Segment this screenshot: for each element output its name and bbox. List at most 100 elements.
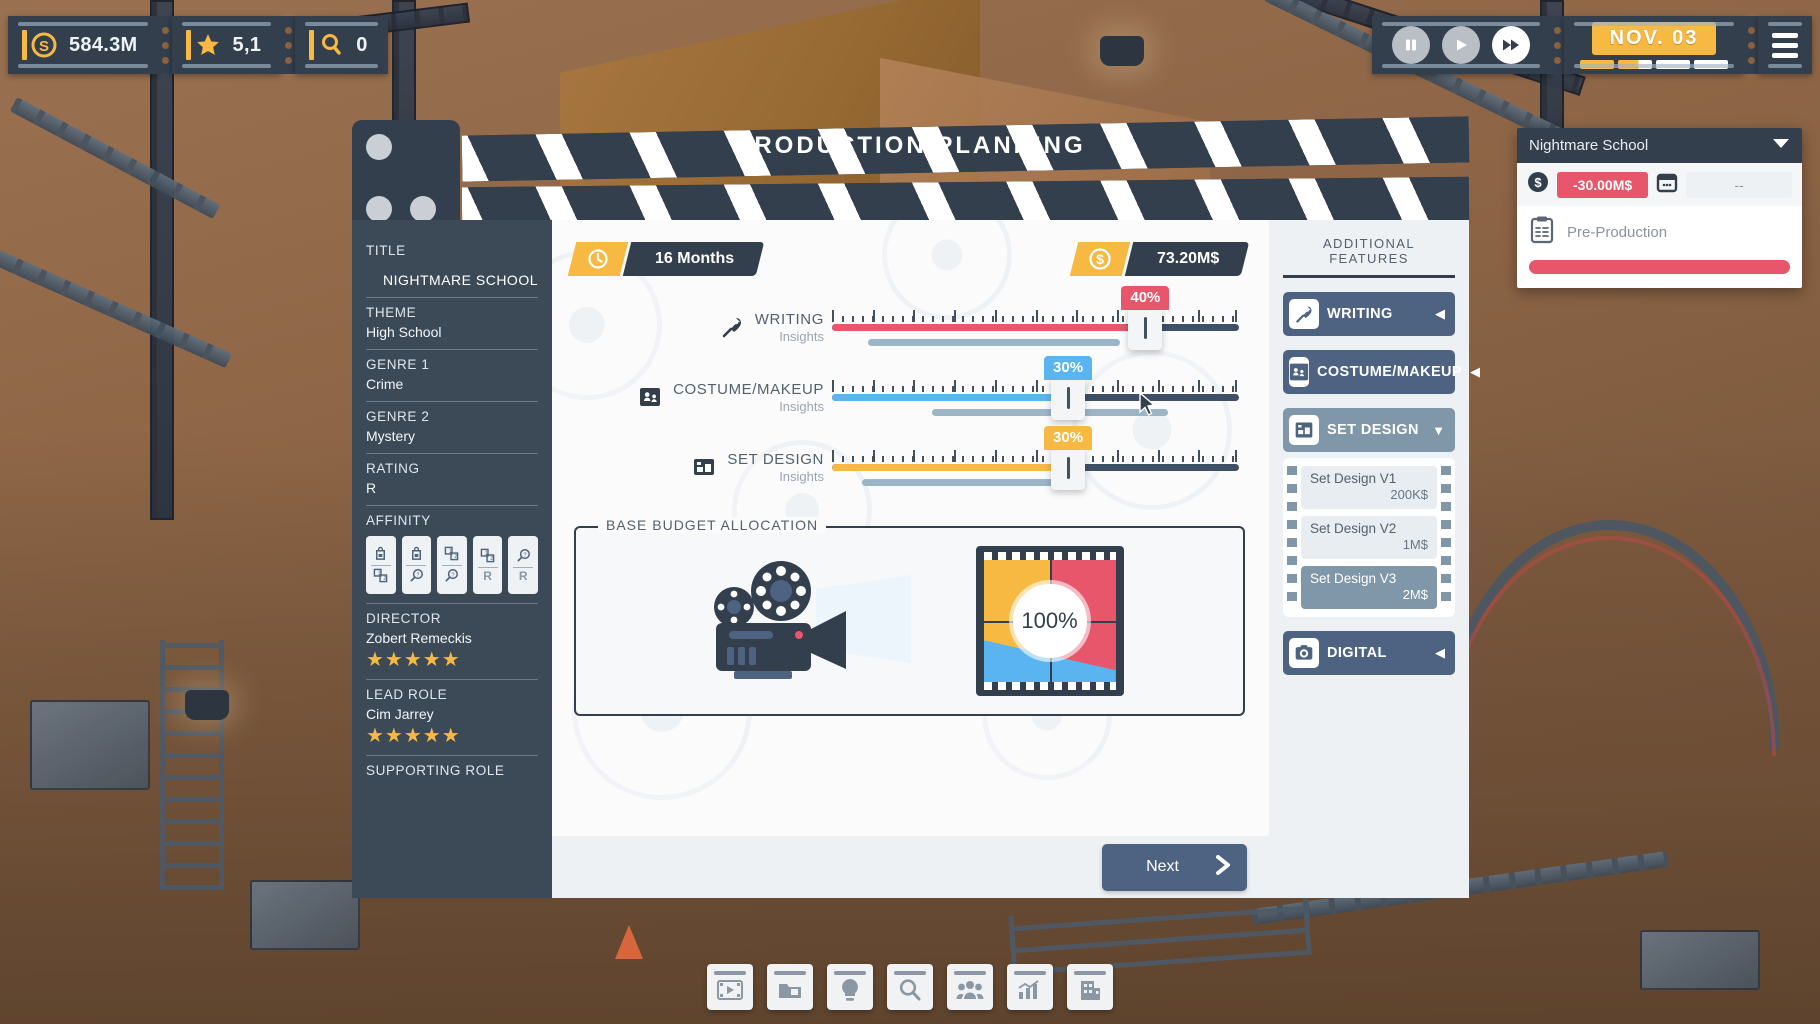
project-budget-badge: -30.00M$: [1557, 172, 1648, 198]
option-set-design-v1[interactable]: Set Design V1 200K$: [1301, 466, 1437, 509]
feature-writing[interactable]: WRITING ◀: [1283, 292, 1455, 336]
option-set-design-v3[interactable]: Set Design V3 2M$: [1301, 566, 1437, 609]
fast-forward-button[interactable]: [1492, 26, 1530, 64]
feature-label: DIGITAL: [1327, 645, 1427, 661]
feature-set-design[interactable]: SET DESIGN ▼: [1283, 408, 1455, 452]
feature-digital[interactable]: DIGITAL ◀: [1283, 631, 1455, 675]
option-set-design-v2[interactable]: Set Design V2 1M$: [1301, 516, 1437, 559]
svg-text:?: ?: [523, 552, 526, 558]
genre1-value: Crime: [366, 376, 538, 392]
rating-value: R: [366, 480, 538, 496]
research-button[interactable]: [827, 964, 873, 1010]
info-row-director: DIRECTOR Zobert Remeckis ★★★★★: [366, 604, 538, 680]
info-row-supporting: SUPPORTING ROLE: [366, 756, 538, 787]
chevron-down-icon[interactable]: ▼: [1432, 423, 1445, 438]
director-name: Zobert Remeckis: [366, 630, 538, 646]
research-value: 0: [356, 34, 367, 57]
feature-costume-makeup[interactable]: COSTUME/MAKEUP ◀: [1283, 350, 1455, 394]
slider-ticks: [832, 380, 1239, 392]
costume-icon: [637, 384, 663, 410]
chevron-down-icon[interactable]: [1772, 137, 1790, 154]
slider-bar-fill: [832, 394, 1060, 401]
lead-role-label: LEAD ROLE: [366, 687, 538, 702]
speed-control-group: [1372, 16, 1550, 74]
chevron-left-icon[interactable]: ◀: [1470, 364, 1480, 380]
affinity-card[interactable]: 12: [366, 536, 396, 594]
rating-readout[interactable]: 5,1: [172, 16, 282, 74]
movie-info-panel: TITLE NIGHTMARE SCHOOL THEME High School…: [352, 220, 552, 898]
calendar-icon: [1656, 171, 1678, 198]
film-sprocket-right: [1441, 466, 1451, 609]
slider-ticks: [832, 450, 1239, 462]
slider-value-writing: 40%: [1121, 286, 1169, 310]
week-segment: [1580, 60, 1614, 69]
project-release-date: --: [1686, 172, 1792, 198]
research-readout[interactable]: 0: [295, 16, 387, 74]
genre1-label: GENRE 1: [366, 357, 538, 372]
slider-knob-setdesign[interactable]: 30%: [1051, 446, 1085, 490]
director-star-rating: ★★★★★: [366, 650, 538, 670]
archive-button[interactable]: [767, 964, 813, 1010]
dollar-coin-icon: $: [1527, 171, 1549, 198]
option-label: Set Design V1: [1310, 471, 1428, 486]
option-label: Set Design V2: [1310, 521, 1428, 536]
svg-text:$: $: [1096, 251, 1104, 267]
affinity-card[interactable]: ? R: [508, 536, 538, 594]
slider-knob-writing[interactable]: 40%: [1128, 306, 1162, 350]
chevron-left-icon[interactable]: ◀: [1435, 306, 1445, 322]
affinity-card[interactable]: 12 R: [473, 536, 503, 594]
affinity-card[interactable]: ?: [402, 536, 432, 594]
slider-knob-costume[interactable]: 30%: [1051, 376, 1085, 420]
svg-text:S: S: [39, 38, 49, 55]
clapper-stripe-top: [462, 116, 1470, 181]
additional-features-title: ADDITIONAL FEATURES: [1283, 236, 1455, 278]
week-progress: [1580, 60, 1728, 69]
backpack-icon: [409, 546, 424, 563]
production-planning-dialog: PRODUCTION PLANNING TITLE NIGHTMARE SCHO…: [352, 120, 1469, 898]
week-segment: [1694, 60, 1728, 69]
slider-value-setdesign: 30%: [1044, 426, 1092, 450]
staff-button[interactable]: [947, 964, 993, 1010]
ticket-perforation: [281, 16, 295, 74]
market-button[interactable]: [887, 964, 933, 1010]
truss-vertical-left: [150, 0, 174, 520]
ticket-perforation: [158, 16, 172, 74]
slider-name: COSTUME/MAKEUP: [673, 381, 824, 398]
lightbulb-icon: [839, 976, 861, 1004]
movies-button[interactable]: [707, 964, 753, 1010]
feature-label: SET DESIGN: [1327, 422, 1424, 438]
rating-value: 5,1: [233, 34, 262, 57]
movie-title-value: NIGHTMARE SCHOOL: [366, 272, 538, 288]
duration-chip: 16 Months: [572, 242, 760, 276]
slider-track-writing[interactable]: 40%: [832, 298, 1239, 356]
stats-button[interactable]: [1007, 964, 1053, 1010]
chevron-left-icon[interactable]: ◀: [1435, 645, 1445, 661]
current-date: NOV. 03: [1592, 22, 1717, 55]
affinity-card[interactable]: 12 ?: [437, 536, 467, 594]
traffic-cone: [615, 925, 643, 959]
slider-track-costume[interactable]: 30%: [832, 368, 1239, 426]
project-card-header[interactable]: Nightmare School: [1517, 128, 1802, 163]
play-button[interactable]: [1442, 26, 1480, 64]
magnifier-icon: ?: [516, 548, 531, 565]
next-button[interactable]: Next: [1102, 844, 1247, 891]
clipboard-icon: [1529, 216, 1555, 248]
hamburger-menu-icon[interactable]: [1762, 16, 1808, 74]
studio-button[interactable]: [1067, 964, 1113, 1010]
active-project-card[interactable]: Nightmare School $ -30.00M$ -- Pre-Produ…: [1517, 128, 1802, 288]
star-icon: [186, 30, 221, 60]
project-card-title: Nightmare School: [1529, 137, 1648, 154]
camera-icon: [1289, 638, 1319, 668]
crate-bottom-left: [250, 880, 360, 950]
ladder-left: [160, 640, 224, 890]
chart-icon: [1017, 976, 1043, 1004]
pause-button[interactable]: [1392, 26, 1430, 64]
option-label: Set Design V3: [1310, 571, 1428, 586]
slider-track-setdesign[interactable]: 30%: [832, 438, 1239, 496]
info-row-theme: THEME High School: [366, 298, 538, 350]
genre2-label: GENRE 2: [366, 409, 538, 424]
allocation-pie: 100%: [984, 560, 1116, 682]
money-readout[interactable]: S 584.3M: [8, 16, 158, 74]
project-progress-bar: [1529, 260, 1790, 274]
blocks-icon: 12: [444, 546, 459, 563]
